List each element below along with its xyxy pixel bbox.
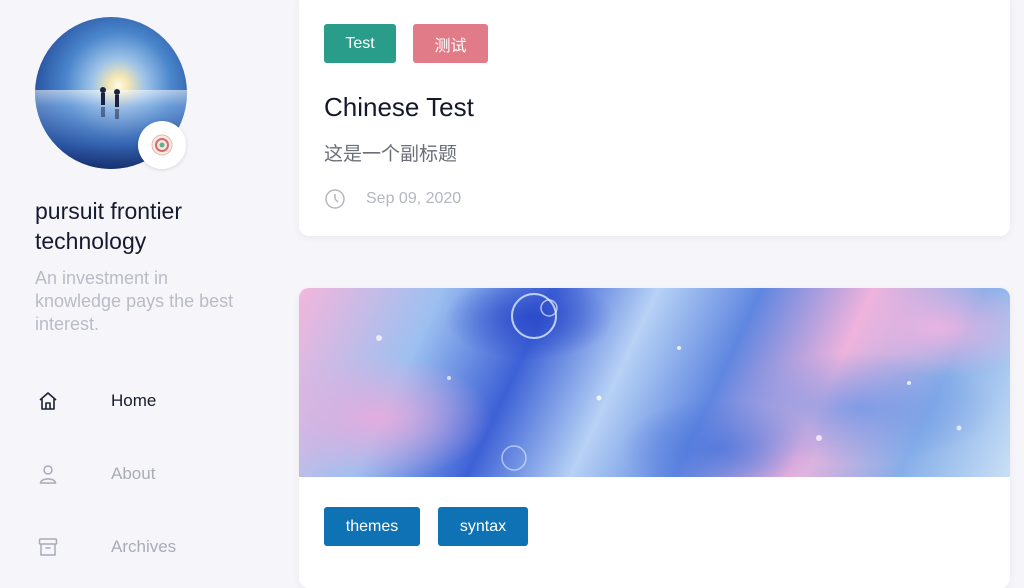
people-silhouette-icon [100, 87, 120, 119]
nav-label-about: About [111, 464, 156, 483]
tag-syntax[interactable]: syntax [438, 507, 528, 546]
post-title[interactable]: Chinese Test [324, 92, 474, 123]
nav-label-home: Home [111, 391, 157, 410]
post-card[interactable]: Test 测试 Chinese Test 这是一个副标题 Sep 09, 202… [299, 0, 1010, 236]
clock-icon [325, 189, 345, 209]
tag-test[interactable]: Test [324, 24, 396, 63]
post-card[interactable]: themes syntax [299, 288, 1010, 588]
post-cover-image[interactable] [299, 288, 1010, 477]
post-date: Sep 09, 2020 [366, 190, 462, 207]
avatar-badge [138, 121, 186, 169]
home-icon [35, 388, 61, 414]
bubble-decoration-icon [376, 293, 962, 471]
nav-item-archives[interactable]: Archives [35, 532, 255, 562]
nav-item-home[interactable]: Home [35, 386, 255, 416]
tag-themes[interactable]: themes [324, 507, 420, 546]
nav-item-about[interactable]: About [35, 459, 255, 489]
user-icon [35, 461, 61, 487]
site-description: An investment in knowledge pays the best… [35, 268, 234, 334]
archive-icon [35, 534, 61, 560]
emoji-icon [151, 134, 173, 156]
post-subtitle: 这是一个副标题 [324, 144, 458, 165]
site-title[interactable]: pursuit frontier technology [35, 196, 255, 256]
sidebar: pursuit frontier technology An investmen… [0, 0, 285, 566]
tag-chinese-test[interactable]: 测试 [413, 24, 488, 63]
post-meta: Sep 09, 2020 [324, 187, 461, 211]
nav-label-archives: Archives [111, 537, 177, 556]
